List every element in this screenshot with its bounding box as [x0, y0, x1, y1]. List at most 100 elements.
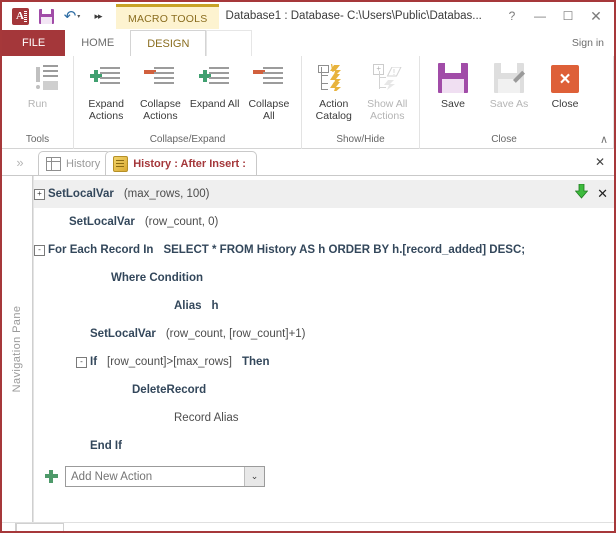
scrollbar-left-gutter [2, 523, 16, 531]
run-icon [22, 63, 58, 95]
expand-all-icon [198, 63, 231, 95]
tab-spacer [206, 30, 253, 56]
macro-action-name: End If [90, 440, 122, 452]
more-icon: ▸▸ [94, 10, 102, 21]
sign-in-link[interactable]: Sign in [572, 30, 614, 56]
macro-action-name: SetLocalVar [90, 328, 156, 340]
help-button[interactable]: ? [498, 4, 526, 28]
macro-action-row[interactable]: End If [34, 432, 614, 460]
macro-designer-canvas[interactable]: Windows +SetLocalVar(max_rows, 100)✕SetL… [33, 176, 614, 522]
customize-qat-button[interactable]: ▸▸ [86, 5, 110, 27]
save-label: Save [441, 98, 465, 110]
expand-all-label: Expand All [189, 98, 240, 110]
quick-save-button[interactable] [34, 5, 58, 27]
undo-button[interactable]: ↶ ▾ [60, 5, 84, 27]
run-button[interactable]: Run [7, 60, 68, 110]
close-document-button[interactable]: ✕ [595, 149, 614, 175]
scrollbar-thumb[interactable] [16, 523, 64, 531]
ribbon-tab-row: FILE HOME DESIGN Sign in [2, 30, 614, 56]
collapse-row-icon[interactable]: - [34, 245, 45, 256]
collapse-ribbon-button[interactable]: ∧ [600, 133, 608, 146]
macro-action-row[interactable]: - If [row_count]>[max_rows] Then [34, 348, 614, 376]
quick-access-toolbar: A ↶ ▾ ▸▸ [2, 5, 110, 27]
navigation-pane[interactable]: Navigation Pane [2, 176, 33, 522]
access-logo-letter: A [16, 10, 24, 22]
close-button[interactable]: ✕ [582, 4, 610, 28]
navigation-pane-label: Navigation Pane [11, 305, 23, 393]
collapse-all-label: Collapse All [248, 98, 290, 122]
macro-action-argument: SELECT * FROM History AS h ORDER BY h.[r… [163, 244, 526, 256]
ribbon-group-show-hide: \ Action Catalog + [302, 56, 420, 149]
chevron-down-icon[interactable]: ⌄ [244, 467, 264, 486]
macro-icon [113, 155, 129, 172]
expand-row-icon[interactable]: + [34, 189, 45, 200]
macro-action-trailing-keyword: Then [242, 356, 270, 368]
work-area: Navigation Pane Windows +SetLocalVar(max… [2, 176, 614, 522]
macro-action-name: Alias [174, 300, 202, 312]
show-all-actions-label: Show All Actions [367, 98, 408, 122]
move-down-icon[interactable] [574, 183, 589, 202]
delete-row-icon[interactable]: ✕ [597, 187, 608, 200]
macro-action-argument: (max_rows, 100) [123, 188, 210, 200]
macro-action-argument: (row_count, [row_count]+1) [165, 328, 306, 340]
macro-row-buttons: ✕ [574, 183, 608, 202]
close-label: Close [551, 98, 579, 110]
horizontal-scrollbar[interactable] [2, 522, 614, 531]
macro-action-name: SetLocalVar [69, 216, 135, 228]
macro-action-name: If [90, 356, 98, 368]
document-tab-strip: » History History : After Insert : ✕ [2, 149, 614, 176]
expand-actions-button[interactable]: Expand Actions [79, 60, 133, 122]
collapse-row-icon[interactable]: - [76, 357, 87, 368]
show-all-actions-icon: + ! [371, 63, 403, 95]
document-tab-history-after-insert[interactable]: History : After Insert : [105, 151, 257, 175]
save-icon [38, 8, 54, 24]
tab-design[interactable]: DESIGN [130, 30, 207, 56]
macro-action-list: + SetLocalVar (max_rows, 100) ✕ SetLocalVar(… [34, 176, 614, 460]
close-icon: × [549, 63, 581, 95]
macro-action-name: SetLocalVar [48, 188, 114, 200]
show-all-actions-button[interactable]: + ! Show All Actions [361, 60, 415, 122]
macro-action-row[interactable]: - For Each Record In SELECT * FROM History… [34, 236, 614, 264]
expand-actions-label: Expand Actions [88, 98, 124, 122]
macro-action-row[interactable]: Alias h [34, 292, 614, 320]
macro-action-row[interactable]: SetLocalVar (row_count, [row_count]+1) [34, 320, 614, 348]
expand-navigation-pane-button[interactable]: » [2, 149, 38, 175]
action-catalog-icon: \ [317, 63, 350, 95]
save-button[interactable]: Save [425, 60, 481, 110]
collapse-all-icon [252, 63, 285, 95]
ribbon-group-label-collapse-expand: Collapse/Expand [149, 134, 226, 145]
close-macro-button[interactable]: × Close [537, 60, 593, 110]
macro-action-row[interactable]: DeleteRecord [34, 376, 614, 404]
expand-all-button[interactable]: Expand All [188, 60, 242, 110]
save-as-button[interactable]: Save As [481, 60, 537, 110]
macro-action-argument: [row_count]>[max_rows] [107, 356, 232, 368]
tab-file[interactable]: FILE [2, 30, 66, 56]
contextual-tab-group-label: MACRO TOOLS [116, 3, 220, 29]
collapse-all-button[interactable]: Collapse All [242, 60, 296, 122]
window-title: Database1 : Database- C:\Users\Public\Da… [225, 10, 482, 22]
tab-home[interactable]: HOME [65, 30, 130, 56]
macro-action-row[interactable]: Where Condition [34, 264, 614, 292]
document-tab-history[interactable]: History [38, 151, 112, 175]
window-controls: ? — ☐ ✕ [498, 4, 614, 28]
save-as-icon [493, 63, 525, 95]
minimize-button[interactable]: — [526, 4, 554, 28]
document-tab-history-label: History [66, 157, 101, 170]
macro-action-row[interactable]: SetLocalVar (row_count, 0) [34, 208, 614, 236]
action-catalog-label: Action Catalog [315, 98, 352, 122]
collapse-actions-icon [144, 63, 176, 95]
maximize-button[interactable]: ☐ [554, 4, 582, 28]
add-new-action-combo[interactable]: ⌄ [65, 466, 265, 487]
svg-text:!: ! [393, 68, 395, 77]
add-action-plus-icon[interactable] [45, 470, 58, 483]
macro-action-row[interactable]: Record Alias [34, 404, 614, 432]
action-catalog-button[interactable]: \ Action Catalog [307, 60, 361, 123]
macro-action-argument: h [211, 300, 219, 312]
ribbon-group-close: Save Save As × Close Close [420, 56, 614, 149]
macro-action-name: DeleteRecord [132, 384, 207, 396]
add-new-action-input[interactable] [66, 469, 244, 484]
expand-actions-icon [90, 63, 122, 95]
collapse-actions-button[interactable]: Collapse Actions [133, 60, 187, 122]
macro-action-row[interactable]: + SetLocalVar (max_rows, 100) ✕ [34, 180, 614, 208]
macro-action-argument: Record Alias [174, 412, 239, 424]
